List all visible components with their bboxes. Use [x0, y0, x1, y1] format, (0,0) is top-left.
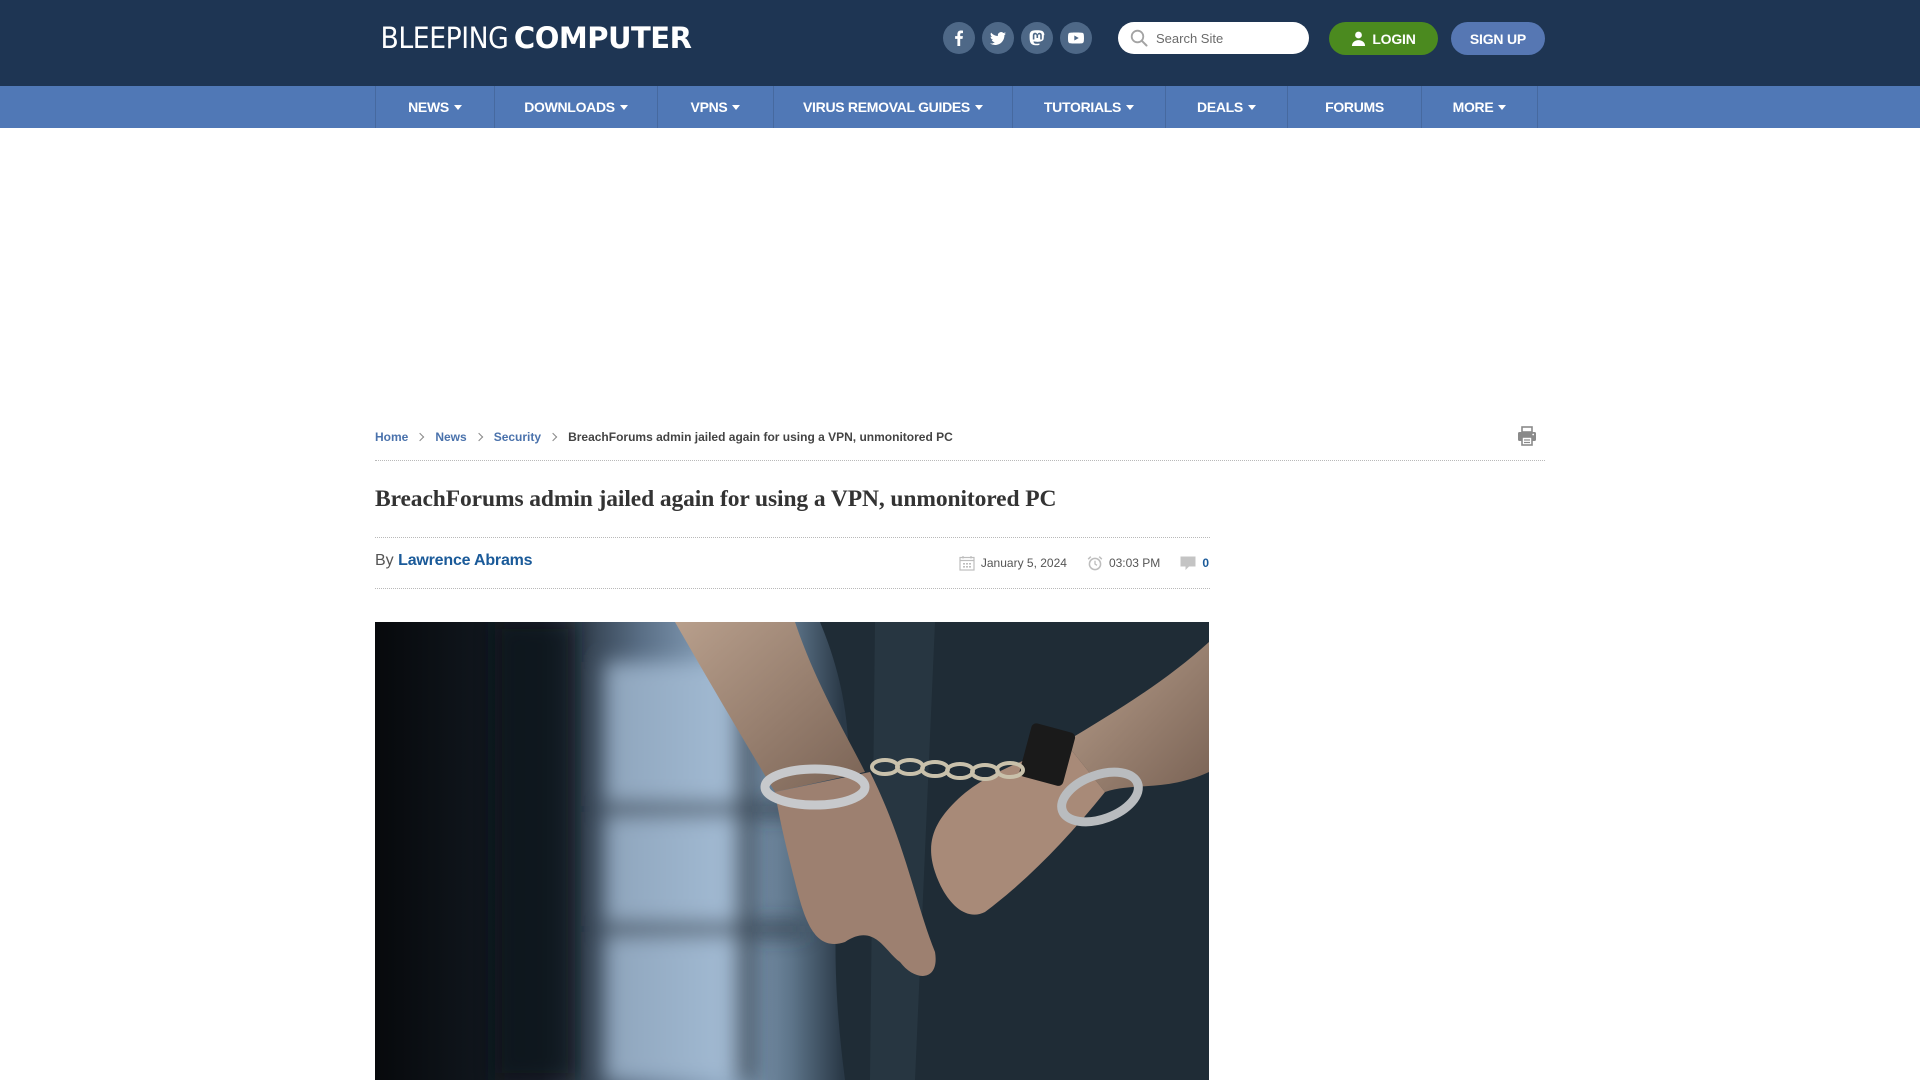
nav-item-vpns[interactable]: VPNS — [657, 86, 773, 128]
nav-item-tutorials[interactable]: TUTORIALS — [1012, 86, 1165, 128]
title-divider — [375, 537, 1210, 538]
article-meta: January 5, 2024 03:03 PM 0 — [959, 553, 1209, 573]
nav-label: VPNS — [690, 99, 728, 115]
search-icon — [1130, 29, 1148, 47]
youtube-link[interactable] — [1060, 22, 1092, 54]
nav-item-more[interactable]: MORE — [1421, 86, 1537, 128]
breadcrumb-security[interactable]: Security — [494, 430, 541, 444]
main-nav: NEWS DOWNLOADS VPNS VIRUS REMOVAL GUIDES… — [0, 86, 1920, 128]
byline-divider — [375, 588, 1210, 589]
nav-label: DEALS — [1197, 99, 1243, 115]
signup-label: SIGN UP — [1469, 30, 1527, 47]
clock-icon — [1087, 556, 1103, 571]
author-link[interactable]: Lawrence Abrams — [398, 552, 532, 569]
search-box — [1118, 22, 1309, 54]
article-date: January 5, 2024 — [980, 556, 1067, 570]
facebook-icon — [955, 30, 963, 46]
site-logo[interactable]: BLEEPING COMPUTER — [375, 21, 692, 55]
twitter-link[interactable] — [982, 22, 1014, 54]
chevron-right-icon — [474, 432, 483, 442]
caret-down-icon — [619, 104, 628, 110]
site-header: BLEEPINGCOMPUTER LOGIN SIGN UP — [0, 0, 1920, 86]
mastodon-link[interactable] — [1021, 22, 1053, 54]
comment-count[interactable]: 0 — [1202, 556, 1209, 570]
user-icon — [1352, 31, 1366, 46]
signup-button[interactable]: SIGN UP — [1451, 22, 1545, 55]
caret-down-icon — [1498, 104, 1507, 110]
logo-text-light: BLEEPING — [380, 21, 509, 55]
breadcrumb: Home News Security BreachForums admin ja… — [375, 428, 953, 446]
nav-divider — [1537, 86, 1538, 128]
social-links — [943, 22, 1092, 54]
nav-item-news[interactable]: NEWS — [375, 86, 494, 128]
nav-label: MORE — [1452, 99, 1494, 115]
calendar-icon — [959, 556, 975, 571]
chevron-right-icon — [548, 432, 558, 442]
byline: By Lawrence Abrams — [375, 552, 533, 570]
nav-label: FORUMS — [1325, 99, 1384, 115]
breadcrumb-news[interactable]: News — [435, 430, 466, 444]
by-prefix: By — [375, 552, 394, 569]
breadcrumb-home[interactable]: Home — [375, 430, 408, 444]
breadcrumb-divider — [375, 460, 1545, 461]
mastodon-icon — [1029, 30, 1045, 46]
caret-down-icon — [974, 104, 983, 110]
logo-text-bold: COMPUTER — [513, 21, 692, 55]
article-hero-image — [375, 622, 1209, 1080]
breadcrumb-current: BreachForums admin jailed again for usin… — [568, 430, 953, 444]
youtube-icon — [1068, 32, 1084, 44]
article-time: 03:03 PM — [1108, 556, 1161, 570]
comment-icon[interactable] — [1180, 555, 1196, 571]
nav-label: VIRUS REMOVAL GUIDES — [803, 99, 970, 115]
caret-down-icon — [1126, 104, 1135, 110]
nav-label: TUTORIALS — [1043, 99, 1122, 115]
caret-down-icon — [453, 104, 462, 110]
twitter-icon — [990, 32, 1006, 45]
facebook-link[interactable] — [943, 22, 975, 54]
nav-label: NEWS — [408, 99, 449, 115]
caret-down-icon — [732, 104, 741, 110]
nav-item-virus-removal-guides[interactable]: VIRUS REMOVAL GUIDES — [773, 86, 1012, 128]
print-icon[interactable] — [1516, 425, 1538, 447]
chevron-right-icon — [416, 432, 425, 442]
search-input[interactable] — [1156, 30, 1306, 46]
caret-down-icon — [1247, 104, 1256, 110]
login-label: LOGIN — [1372, 30, 1416, 47]
hero-image-art — [375, 622, 1209, 1080]
article-title: BreachForums admin jailed again for usin… — [375, 486, 1057, 512]
nav-label: DOWNLOADS — [524, 99, 615, 115]
nav-item-forums[interactable]: FORUMS — [1287, 86, 1421, 128]
nav-item-deals[interactable]: DEALS — [1165, 86, 1287, 128]
nav-item-downloads[interactable]: DOWNLOADS — [494, 86, 657, 128]
login-button[interactable]: LOGIN — [1329, 22, 1438, 55]
